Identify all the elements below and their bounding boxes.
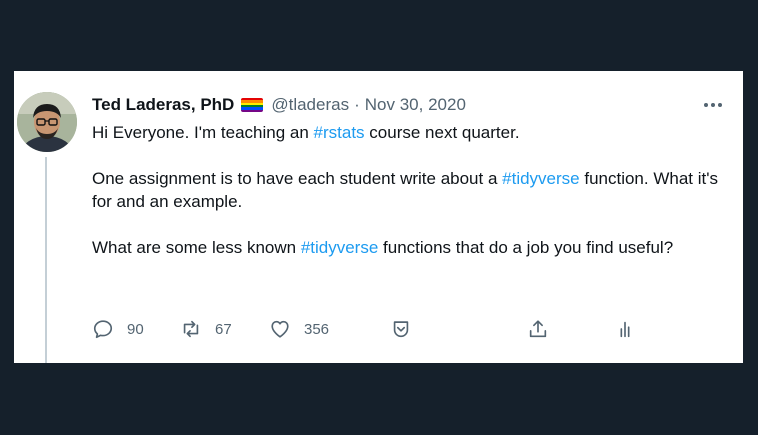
retweet-count: 67 bbox=[215, 320, 232, 338]
tweet-card[interactable]: Ted Laderas, PhD @tladeras · Nov 30, 202… bbox=[14, 71, 743, 363]
like-icon bbox=[271, 320, 289, 338]
author-name[interactable]: Ted Laderas, PhD bbox=[92, 95, 234, 115]
avatar-image bbox=[17, 92, 77, 152]
tweet-date[interactable]: Nov 30, 2020 bbox=[365, 95, 466, 115]
tweet-text: Hi Everyone. I'm teaching an #rstats cou… bbox=[92, 121, 732, 259]
thread-line bbox=[45, 157, 47, 363]
like-button[interactable]: 356 bbox=[269, 318, 329, 340]
hashtag-rstats[interactable]: #rstats bbox=[314, 123, 365, 142]
hashtag-tidyverse-2[interactable]: #tidyverse bbox=[301, 238, 378, 257]
rainbow-flag-icon bbox=[241, 98, 264, 112]
more-icon[interactable] bbox=[699, 95, 727, 115]
reply-icon bbox=[93, 320, 113, 339]
tweet-actions: 90 67 356 bbox=[92, 318, 692, 342]
bookmark-button[interactable] bbox=[390, 318, 412, 340]
share-button[interactable] bbox=[527, 318, 549, 340]
tweet-header: Ted Laderas, PhD @tladeras · Nov 30, 202… bbox=[92, 93, 466, 117]
bookmark-icon bbox=[393, 321, 409, 338]
meta-separator: · bbox=[354, 95, 360, 114]
hashtag-tidyverse[interactable]: #tidyverse bbox=[502, 169, 579, 188]
author-handle[interactable]: @tladeras bbox=[271, 95, 349, 115]
analytics-button[interactable] bbox=[614, 318, 636, 340]
like-count: 356 bbox=[304, 320, 330, 338]
retweet-icon bbox=[183, 320, 199, 338]
tweet-line-3: What are some less known #tidyverse func… bbox=[92, 238, 674, 257]
share-icon bbox=[529, 320, 547, 338]
retweet-button[interactable]: 67 bbox=[180, 318, 232, 340]
tweet-line-1: Hi Everyone. I'm teaching an #rstats cou… bbox=[92, 123, 520, 142]
reply-count: 90 bbox=[127, 320, 144, 338]
tweet-line-2: One assignment is to have each student w… bbox=[92, 169, 718, 211]
analytics-icon bbox=[620, 321, 630, 338]
avatar[interactable] bbox=[17, 92, 77, 152]
reply-button[interactable]: 90 bbox=[92, 318, 144, 340]
